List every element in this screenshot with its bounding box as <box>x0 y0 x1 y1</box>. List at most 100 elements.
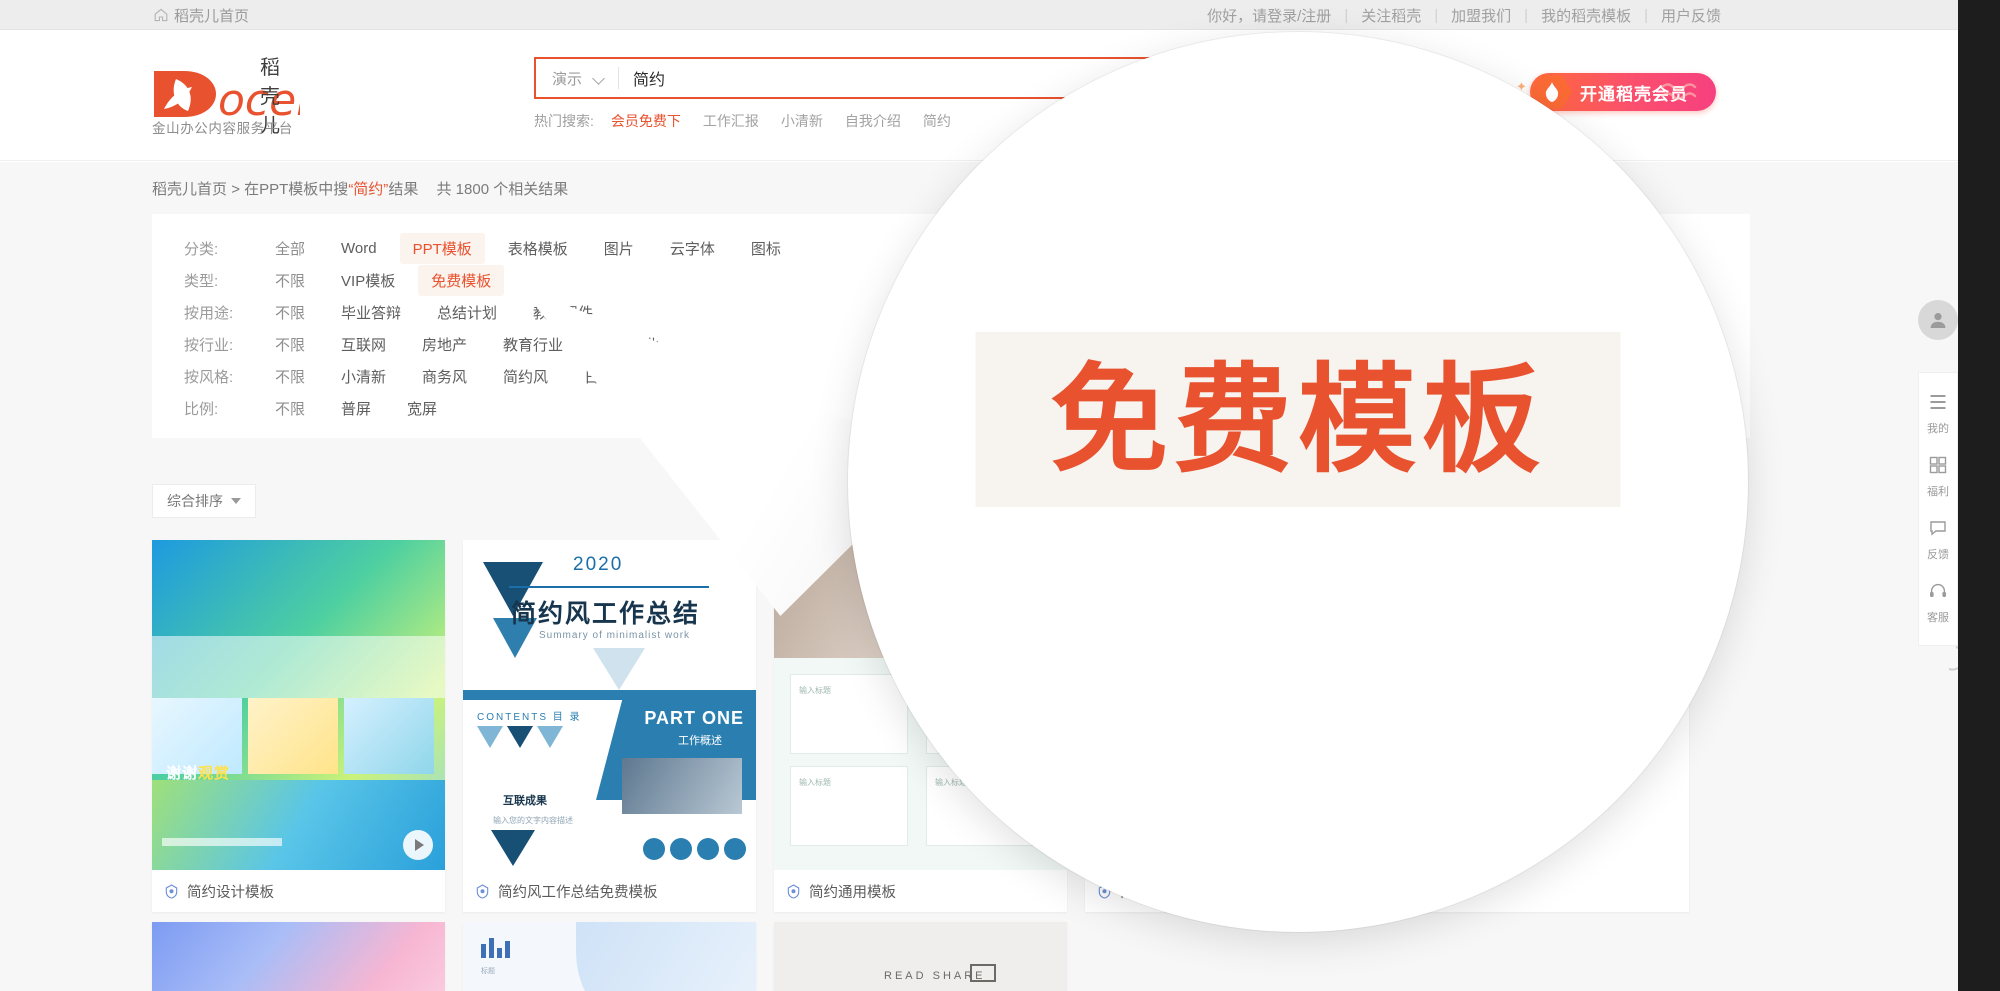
filter-option-category-1[interactable]: Word <box>328 235 390 262</box>
filter-option-style-2[interactable]: 商务风 <box>409 361 480 392</box>
play-icon[interactable] <box>403 830 433 860</box>
breadcrumb-suffix: 结果 <box>388 181 419 198</box>
rail-item-feedback[interactable]: 反馈 <box>1918 509 1958 570</box>
scroll-indicator[interactable] <box>1946 645 1966 671</box>
rail-item-label: 我的 <box>1927 423 1949 435</box>
filter-option-category-3[interactable]: 表格模板 <box>495 233 581 264</box>
filter-option-ratio-2[interactable]: 宽屏 <box>394 393 450 424</box>
filter-option-type-0[interactable]: 不限 <box>262 265 318 296</box>
grid-icon <box>1929 393 1947 416</box>
comment-icon <box>1929 519 1947 542</box>
site-header: ocer 稻壳儿 金山办公内容服务平台 演示 热门搜索: 会员免费 <box>0 31 1958 161</box>
breadcrumb-home[interactable]: 稻壳儿首页 <box>152 181 227 198</box>
filter-option-purpose-1[interactable]: 毕业答辩 <box>328 297 414 328</box>
result-count: 共 1800 个相关结果 <box>436 181 569 198</box>
filter-option-category-5[interactable]: 云字体 <box>657 233 728 264</box>
template-card-title-row: 简约设计模板 <box>152 870 445 912</box>
search-category-label: 演示 <box>552 70 583 88</box>
chevron-down-icon <box>594 73 604 83</box>
filter-option-type-1[interactable]: VIP模板 <box>328 265 408 296</box>
filter-option-category-0[interactable]: 全部 <box>262 233 318 264</box>
filter-option-purpose-0[interactable]: 不限 <box>262 297 318 328</box>
caret-down-icon <box>231 498 241 504</box>
template-thumbnail[interactable]: 标题 <box>463 922 756 991</box>
rail-item-benefit[interactable]: 福利 <box>1918 446 1958 507</box>
filter-label: 比例: <box>184 400 219 418</box>
hot-search-item-4[interactable]: 简约 <box>912 111 962 131</box>
filter-option-ratio-1[interactable]: 普屏 <box>328 393 384 424</box>
rail-item-my[interactable]: 我的 <box>1918 383 1958 444</box>
follow-link[interactable]: 关注稻壳 <box>1348 5 1434 26</box>
logo-tagline: 金山办公内容服务平台 <box>152 121 293 136</box>
filter-option-ratio-0[interactable]: 不限 <box>262 393 318 424</box>
search-category-select[interactable]: 演示 <box>536 59 618 97</box>
top-utility-bar: 稻壳儿首页 你好，请登录/注册 | 关注稻壳 | 加盟我们 | 我的稻壳模板 |… <box>0 0 1958 30</box>
gift-icon <box>1929 456 1947 479</box>
filter-option-type-2[interactable]: 免费模板 <box>418 264 505 296</box>
template-thumbnail[interactable]: READ SHARE <box>774 922 1067 991</box>
filter-option-category-2[interactable]: PPT模板 <box>399 232 485 264</box>
rail-item-label: 福利 <box>1927 486 1949 498</box>
template-card[interactable]: 谢谢观赏 简约设计模板 <box>152 540 445 912</box>
filter-label: 按用途: <box>184 304 234 322</box>
template-thumbnail[interactable] <box>152 922 445 991</box>
template-card-title-row: 简约风工作总结免费模板 <box>463 870 756 912</box>
template-card[interactable]: 2020 简约风工作总结 Summary of minimalist work … <box>463 540 756 912</box>
sort-dropdown-label: 综合排序 <box>167 493 223 509</box>
filter-option-style-3[interactable]: 简约风 <box>490 361 561 392</box>
sort-dropdown[interactable]: 综合排序 <box>152 484 256 518</box>
my-templates-link[interactable]: 我的稻壳模板 <box>1528 5 1644 26</box>
template-card-title-row: 简约通用模板 <box>774 870 1067 912</box>
site-logo[interactable]: ocer 稻壳儿 金山办公内容服务平台 <box>152 45 300 137</box>
vip-badge-icon <box>475 883 490 899</box>
sort-bar: 综合排序 <box>152 484 256 518</box>
rail-item-service[interactable]: 客服 <box>1918 572 1958 633</box>
breadcrumb-separator: > <box>231 181 240 198</box>
home-link[interactable]: 稻壳儿首页 <box>154 0 249 30</box>
hot-search-item-1[interactable]: 工作汇报 <box>692 111 770 131</box>
hot-search-item-2[interactable]: 小清新 <box>770 111 834 131</box>
topbar-links: 你好，请登录/注册 | 关注稻壳 | 加盟我们 | 我的稻壳模板 | 用户反馈 <box>1194 0 1734 30</box>
avatar[interactable] <box>1918 300 1958 340</box>
breadcrumb: 稻壳儿首页 > 在PPT模板中搜“简约”结果 共 1800 个相关结果 <box>152 178 568 199</box>
template-thumbnail[interactable]: 2020 简约风工作总结 Summary of minimalist work … <box>463 540 756 870</box>
filter-option-category-6[interactable]: 图标 <box>738 233 794 264</box>
filter-option-category-4[interactable]: 图片 <box>591 233 647 264</box>
magnified-text: 免费模板 <box>1049 350 1546 489</box>
filter-option-style-0[interactable]: 不限 <box>262 361 318 392</box>
template-card-title: 简约风工作总结免费模板 <box>498 884 658 901</box>
open-vip-button[interactable]: ✦ 开通稻壳会员 <box>1516 73 1716 111</box>
login-register-link[interactable]: 你好，请登录/注册 <box>1194 5 1344 26</box>
hot-search-item-3[interactable]: 自我介绍 <box>834 111 912 131</box>
filter-option-industry-0[interactable]: 不限 <box>262 329 318 360</box>
filter-label: 分类: <box>184 240 219 258</box>
filter-option-style-1[interactable]: 小清新 <box>328 361 399 392</box>
magnifier-content: 免费模板 <box>975 332 1621 507</box>
template-card[interactable]: READ SHARE <box>774 922 1067 991</box>
filter-option-purpose-2[interactable]: 总结计划 <box>424 297 510 328</box>
template-card[interactable] <box>152 922 445 991</box>
home-icon <box>154 8 168 22</box>
browser-edge-gutter <box>1958 0 2000 991</box>
feedback-link[interactable]: 用户反馈 <box>1648 5 1734 26</box>
right-rail: 我的 福利 反馈 客服 <box>1918 372 1958 646</box>
breadcrumb-prefix: 在PPT模板中搜 <box>244 181 349 198</box>
filter-option-industry-1[interactable]: 互联网 <box>328 329 399 360</box>
template-thumbnail[interactable]: 谢谢观赏 <box>152 540 445 870</box>
vip-badge-icon <box>164 883 179 899</box>
hot-search-label: 热门搜索: <box>534 113 594 129</box>
filter-option-industry-2[interactable]: 房地产 <box>409 329 480 360</box>
page-root: 稻壳儿首页 你好，请登录/注册 | 关注稻壳 | 加盟我们 | 我的稻壳模板 |… <box>0 0 2000 991</box>
filter-label: 按风格: <box>184 368 234 386</box>
magnifier-lens: 免费模板 <box>848 32 1748 932</box>
wave-decoration-icon <box>1660 81 1704 108</box>
camera-icon <box>970 964 996 982</box>
template-card[interactable]: 标题 <box>463 922 756 991</box>
home-link-label: 稻壳儿首页 <box>174 7 250 25</box>
filter-label: 按行业: <box>184 336 234 354</box>
rail-item-label: 客服 <box>1927 612 1949 624</box>
headset-icon <box>1929 582 1947 605</box>
rail-item-label: 反馈 <box>1927 549 1949 561</box>
hot-search-item-0[interactable]: 会员免费下 <box>600 111 692 131</box>
join-us-link[interactable]: 加盟我们 <box>1438 5 1524 26</box>
